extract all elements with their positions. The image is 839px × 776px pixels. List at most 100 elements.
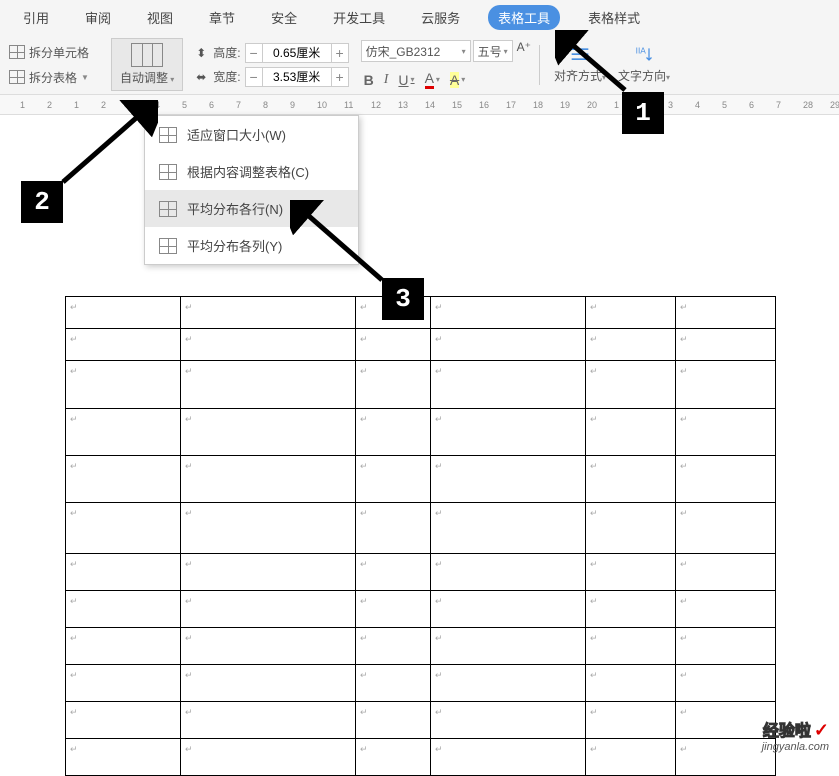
table-cell[interactable] xyxy=(181,456,356,503)
table-cell[interactable] xyxy=(431,628,586,665)
table-cell[interactable] xyxy=(181,702,356,739)
menu-references[interactable]: 引用 xyxy=(15,4,57,31)
menu-security[interactable]: 安全 xyxy=(263,4,305,31)
table-cell[interactable] xyxy=(66,665,181,702)
menu-chapter[interactable]: 章节 xyxy=(201,4,243,31)
menu-devtools[interactable]: 开发工具 xyxy=(325,4,393,31)
table-cell[interactable] xyxy=(66,554,181,591)
table-cell[interactable] xyxy=(66,329,181,361)
table-cell[interactable] xyxy=(431,297,586,329)
table-cell[interactable] xyxy=(66,361,181,409)
table-cell[interactable] xyxy=(181,591,356,628)
table-cell[interactable] xyxy=(586,297,676,329)
table-cell[interactable] xyxy=(431,329,586,361)
table-cell[interactable] xyxy=(586,456,676,503)
table-cell[interactable] xyxy=(181,503,356,554)
table-cell[interactable] xyxy=(181,361,356,409)
height-plus-button[interactable]: + xyxy=(331,43,349,63)
width-plus-button[interactable]: + xyxy=(331,67,349,87)
table-cell[interactable] xyxy=(66,739,181,776)
table-cell[interactable] xyxy=(356,554,431,591)
table-cell[interactable] xyxy=(586,554,676,591)
table-cell[interactable] xyxy=(676,297,776,329)
table-cell[interactable] xyxy=(66,503,181,554)
table-cell[interactable] xyxy=(181,554,356,591)
table-cell[interactable] xyxy=(586,329,676,361)
table-cell[interactable] xyxy=(356,739,431,776)
table-cell[interactable] xyxy=(586,361,676,409)
table-cell[interactable] xyxy=(66,409,181,456)
height-minus-button[interactable]: − xyxy=(245,43,263,63)
table-cell[interactable] xyxy=(66,591,181,628)
table-cell[interactable] xyxy=(676,665,776,702)
table-cell[interactable] xyxy=(181,739,356,776)
menu-view[interactable]: 视图 xyxy=(139,4,181,31)
table-cell[interactable] xyxy=(356,702,431,739)
table-cell[interactable] xyxy=(676,628,776,665)
menu-table-style[interactable]: 表格样式 xyxy=(580,4,648,31)
fit-content-item[interactable]: 根据内容调整表格(C) xyxy=(145,153,358,190)
table-cell[interactable] xyxy=(586,409,676,456)
table-cell[interactable] xyxy=(431,503,586,554)
table-cell[interactable] xyxy=(356,456,431,503)
table-cell[interactable] xyxy=(431,739,586,776)
italic-button[interactable]: I xyxy=(384,70,389,89)
table-cell[interactable] xyxy=(676,591,776,628)
table-cell[interactable] xyxy=(431,361,586,409)
table-cell[interactable] xyxy=(66,456,181,503)
table-cell[interactable] xyxy=(356,329,431,361)
table-cell[interactable] xyxy=(181,297,356,329)
bold-button[interactable]: B xyxy=(364,70,374,89)
table-cell[interactable] xyxy=(356,409,431,456)
table-cell[interactable] xyxy=(676,702,776,739)
font-size-select[interactable]: 五号 ▾ xyxy=(473,40,513,62)
table-cell[interactable] xyxy=(676,409,776,456)
table-cell[interactable] xyxy=(431,554,586,591)
table-cell[interactable] xyxy=(66,297,181,329)
menu-cloud[interactable]: 云服务 xyxy=(413,4,468,31)
table-cell[interactable] xyxy=(66,628,181,665)
split-cell-button[interactable]: 拆分单元格 xyxy=(5,42,93,63)
table-cell[interactable] xyxy=(586,628,676,665)
table-cell[interactable] xyxy=(586,591,676,628)
table-cell[interactable] xyxy=(676,456,776,503)
table-cell[interactable] xyxy=(181,628,356,665)
table-cell[interactable] xyxy=(676,554,776,591)
menu-table-tools[interactable]: 表格工具 xyxy=(488,5,560,30)
table-cell[interactable] xyxy=(431,702,586,739)
fit-window-item[interactable]: 适应窗口大小(W) xyxy=(145,116,358,153)
document-table[interactable] xyxy=(65,296,776,776)
table-cell[interactable] xyxy=(586,702,676,739)
table-cell[interactable] xyxy=(356,591,431,628)
width-minus-button[interactable]: − xyxy=(245,67,263,87)
font-name-select[interactable]: 仿宋_GB2312 ▾ xyxy=(361,40,471,62)
menu-review[interactable]: 审阅 xyxy=(77,4,119,31)
table-cell[interactable] xyxy=(431,665,586,702)
table-cell[interactable] xyxy=(676,503,776,554)
font-increase-button[interactable]: A⁺ xyxy=(517,40,531,62)
table-cell[interactable] xyxy=(181,409,356,456)
table-cell[interactable] xyxy=(66,702,181,739)
table-cell[interactable] xyxy=(676,739,776,776)
auto-adjust-button[interactable]: 自动调整 ▾ xyxy=(111,38,183,91)
split-table-button[interactable]: 拆分表格 ▼ xyxy=(5,67,93,88)
table-cell[interactable] xyxy=(586,739,676,776)
table-cell[interactable] xyxy=(431,409,586,456)
table-cell[interactable] xyxy=(356,665,431,702)
table-cell[interactable] xyxy=(181,665,356,702)
table-cell[interactable] xyxy=(356,361,431,409)
underline-button[interactable]: U▾ xyxy=(398,70,414,89)
table-cell[interactable] xyxy=(431,456,586,503)
table-cell[interactable] xyxy=(586,665,676,702)
table-cell[interactable] xyxy=(356,628,431,665)
width-input[interactable] xyxy=(263,67,331,87)
table-cell[interactable] xyxy=(431,591,586,628)
table-cell[interactable] xyxy=(676,361,776,409)
table-cell[interactable] xyxy=(586,503,676,554)
highlight-button[interactable]: A▾ xyxy=(450,70,465,89)
table-cell[interactable] xyxy=(356,503,431,554)
height-input[interactable] xyxy=(263,43,331,63)
font-color-button[interactable]: A▾ xyxy=(425,70,440,89)
table-cell[interactable] xyxy=(676,329,776,361)
table-cell[interactable] xyxy=(181,329,356,361)
